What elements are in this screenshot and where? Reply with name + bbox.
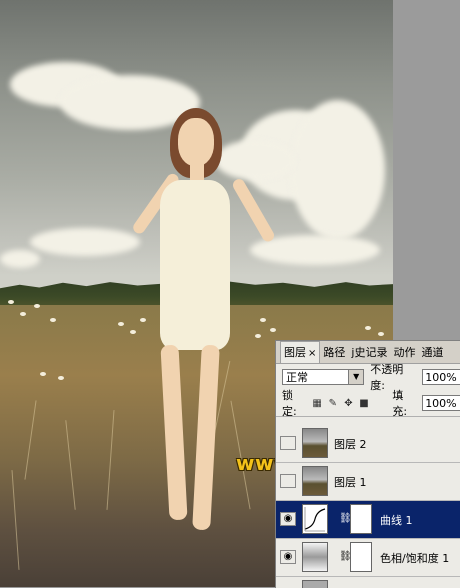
layer-mask-thumbnail [350, 542, 372, 572]
cloud [215, 140, 295, 180]
fill-label: 填充: [392, 389, 408, 418]
flower [260, 318, 266, 322]
hue-saturation-adjustment-icon [302, 542, 328, 572]
flower [50, 318, 56, 322]
cloud [290, 100, 385, 240]
layer-name: 图层 1 [334, 476, 367, 489]
chevron-down-icon[interactable]: ▼ [348, 370, 364, 384]
layer-row[interactable]: ◉ ⛓ 色相/饱和度 1 [276, 539, 460, 577]
flower [20, 312, 26, 316]
flower [270, 328, 276, 332]
panel-tabs: 图层 × 路径 j史记录 动作 通道 [276, 341, 460, 364]
lock-transparency-icon[interactable]: ▦ [312, 398, 323, 409]
layer-thumbnail [302, 428, 328, 458]
layer-name: 图层 2 [334, 438, 367, 451]
lock-label: 锁定: [282, 389, 297, 418]
flower [365, 326, 371, 330]
flower [34, 304, 40, 308]
fill-input[interactable]: 100% [422, 395, 460, 411]
face [178, 118, 214, 166]
tab-paths[interactable]: 路径 [320, 342, 348, 363]
lock-row: 锁定: ▦ ✎ ✥ ■ 填充: 100% [276, 389, 460, 418]
lock-all-icon[interactable]: ■ [359, 398, 370, 409]
lock-position-icon[interactable]: ✥ [343, 398, 354, 409]
eye-icon[interactable]: ◉ [280, 550, 296, 564]
layer-thumbnail [302, 466, 328, 496]
blend-mode-value: 正常 [286, 371, 308, 384]
eye-icon[interactable]: ◉ [280, 512, 296, 526]
tab-layers[interactable]: 图层 × [280, 341, 321, 363]
flower [118, 322, 124, 326]
layer-row[interactable]: 图层 1 [276, 463, 460, 501]
layer-name: 色相/饱和度 1 [380, 552, 450, 565]
cloud [0, 250, 40, 268]
layer-row[interactable]: 图层 2 [276, 425, 460, 463]
lock-pixels-icon[interactable]: ✎ [327, 398, 338, 409]
visibility-toggle[interactable] [280, 474, 296, 488]
visibility-toggle[interactable] [280, 436, 296, 450]
flower [255, 334, 261, 338]
neck [190, 160, 204, 182]
layer-mask-thumbnail [350, 504, 372, 534]
flower [130, 330, 136, 334]
flower [8, 300, 14, 304]
close-icon[interactable]: × [308, 348, 316, 359]
tab-history[interactable]: j史记录 [348, 342, 390, 363]
flower [58, 376, 64, 380]
tab-actions[interactable]: 动作 [390, 342, 418, 363]
flower [140, 318, 146, 322]
cloud [30, 228, 140, 256]
layer-row-selected[interactable]: ◉ ⛓ 曲线 1 [276, 501, 460, 539]
canvas-background [393, 0, 460, 340]
layers-panel: 图层 × 路径 j史记录 动作 通道 正常 ▼ 不透明度: 100% 锁定: ▦ … [275, 340, 460, 588]
flower [378, 332, 384, 336]
dress [160, 180, 230, 350]
opacity-input[interactable]: 100% [422, 369, 460, 385]
curves-adjustment-icon [302, 504, 328, 534]
layer-name: 曲线 1 [380, 514, 413, 527]
blend-mode-select[interactable]: 正常 ▼ [282, 369, 365, 385]
flower [40, 372, 46, 376]
layer-row-partial[interactable] [276, 577, 460, 588]
tab-channels[interactable]: 通道 [418, 342, 446, 363]
